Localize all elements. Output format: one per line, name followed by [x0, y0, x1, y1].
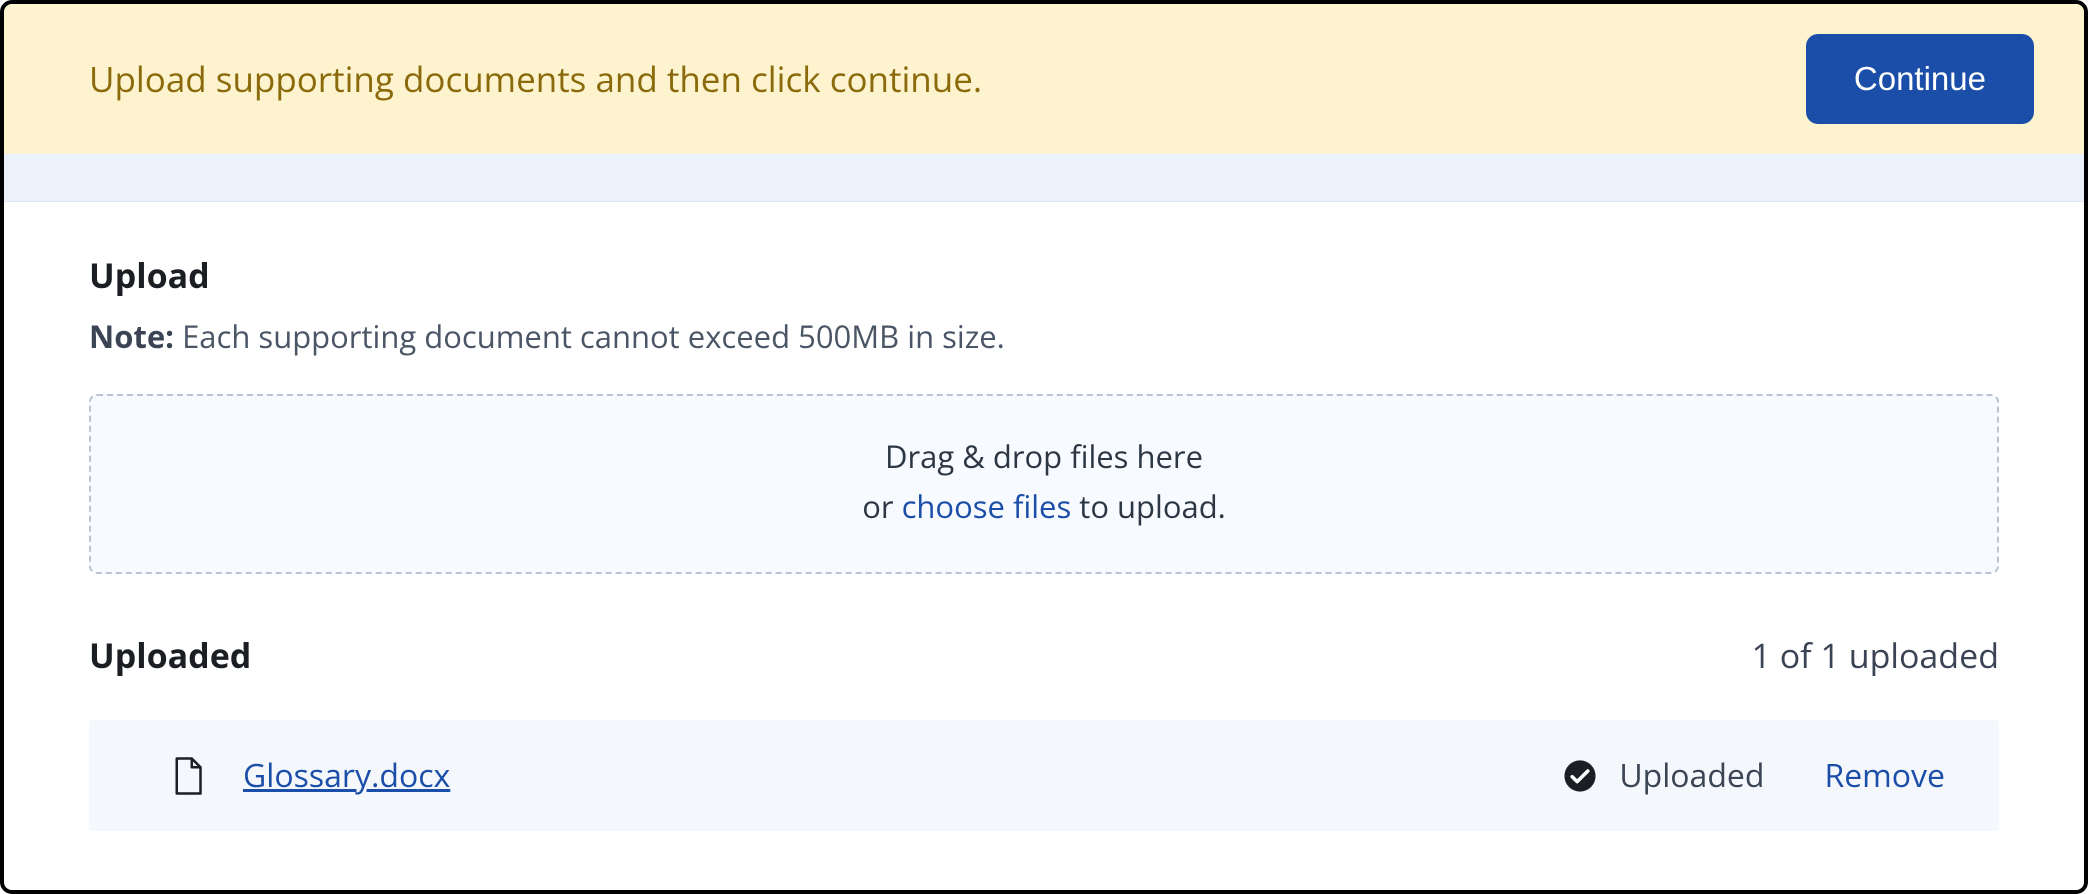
uploaded-section-title: Uploaded: [89, 632, 251, 678]
note-text: Each supporting document cannot exceed 5…: [174, 316, 1005, 358]
upload-note: Note: Each supporting document cannot ex…: [89, 316, 1999, 358]
remove-file-link[interactable]: Remove: [1824, 754, 1945, 797]
choose-files-link[interactable]: choose files: [902, 486, 1072, 528]
continue-button[interactable]: Continue: [1806, 34, 2034, 124]
uploaded-file-row: Glossary.docx Uploaded Remove: [89, 720, 1999, 831]
file-status: Uploaded: [1619, 754, 1764, 797]
note-label: Note:: [89, 316, 174, 358]
file-dropzone[interactable]: Drag & drop files here or choose files t…: [89, 394, 1999, 574]
uploaded-file-name[interactable]: Glossary.docx: [243, 754, 450, 797]
uploaded-count: 1 of 1 uploaded: [1751, 632, 1999, 678]
dropzone-line1: Drag & drop files here: [111, 436, 1977, 478]
banner-message: Upload supporting documents and then cli…: [89, 56, 982, 103]
upload-section-title: Upload: [89, 252, 1999, 298]
document-icon: [173, 757, 203, 795]
separator-strip: [4, 154, 2084, 202]
check-circle-icon: [1563, 759, 1597, 793]
instruction-banner: Upload supporting documents and then cli…: [4, 4, 2084, 154]
dropzone-line2: or choose files to upload.: [111, 486, 1977, 528]
